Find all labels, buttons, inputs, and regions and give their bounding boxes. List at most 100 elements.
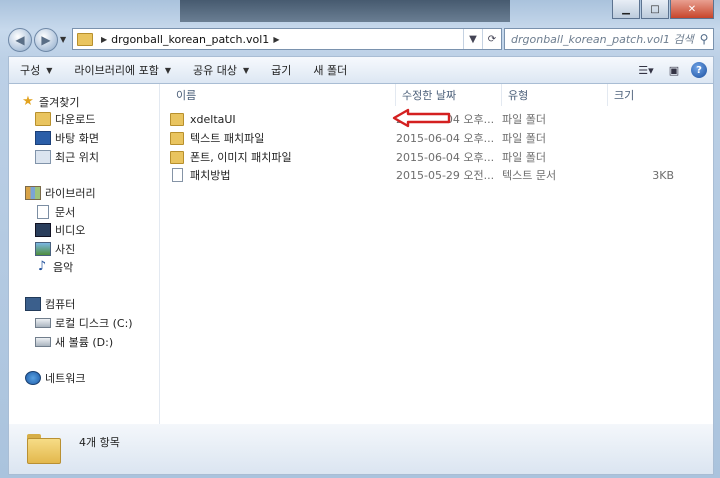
sidebar-item-label: 비디오 xyxy=(55,223,86,237)
maximize-button[interactable]: □ xyxy=(641,0,669,19)
preview-pane-icon[interactable]: ▣ xyxy=(663,60,685,80)
close-button[interactable]: ✕ xyxy=(670,0,714,19)
sidebar-item-documents[interactable]: 문서 xyxy=(35,203,75,220)
breadcrumb-chevron-icon[interactable]: ▶ xyxy=(101,35,107,44)
sidebar-item-network[interactable]: 네트워크 xyxy=(25,369,85,386)
column-header-name[interactable]: 이름 xyxy=(170,84,396,106)
videos-icon xyxy=(35,222,51,237)
file-size xyxy=(608,129,674,147)
sidebar-item-label: 음악 xyxy=(53,260,74,274)
file-row[interactable]: 폰트, 이미지 패치파일 2015-06-04 오후... 파일 폴더 xyxy=(160,148,713,166)
sidebar-item-label: 라이브러리 xyxy=(45,186,96,200)
item-count: 4개 항목 xyxy=(79,436,120,449)
file-date: 2015-06-04 오후... xyxy=(396,151,495,164)
breadcrumb-current-folder[interactable]: drgonball_korean_patch.vol1 xyxy=(111,33,269,46)
minimize-icon: ▁ xyxy=(622,3,630,15)
burn-button[interactable]: 굽기 xyxy=(260,59,302,81)
libraries-icon xyxy=(25,185,41,200)
address-history-dropdown[interactable]: ▼ xyxy=(463,29,482,49)
documents-icon xyxy=(37,204,49,219)
large-folder-icon xyxy=(27,434,61,464)
sidebar-item-local-disk-c[interactable]: 로컬 디스크 (C:) xyxy=(35,314,133,331)
sidebar-item-downloads[interactable]: 다운로드 xyxy=(35,110,95,127)
file-type: 파일 폴더 xyxy=(502,113,546,126)
sidebar-item-favorites[interactable]: ★ 즐겨찾기 xyxy=(21,93,79,110)
sidebar-item-label: 네트워크 xyxy=(45,371,86,385)
search-box[interactable]: drgonball_korean_patch.vol1 검색 ⚲ xyxy=(504,28,714,50)
search-icon[interactable]: ⚲ xyxy=(695,32,713,46)
file-row[interactable]: 텍스트 패치파일 2015-06-04 오후... 파일 폴더 xyxy=(160,129,713,147)
sidebar-item-desktop[interactable]: 바탕 화면 xyxy=(35,129,99,146)
include-in-library-menu[interactable]: 라이브러리에 포함 ▼ xyxy=(63,59,182,81)
forward-button[interactable]: ▶ xyxy=(34,28,58,52)
address-bar[interactable]: ▶ drgonball_korean_patch.vol1 ▶ ▼ ⟳ xyxy=(72,28,502,50)
pictures-icon xyxy=(35,241,51,256)
address-tools: ▼ ⟳ xyxy=(463,29,501,49)
sidebar-item-pictures[interactable]: 사진 xyxy=(35,240,75,257)
sidebar-item-label: 사진 xyxy=(55,242,76,256)
column-header-size[interactable]: 크기 xyxy=(608,84,684,106)
back-arrow-icon: ◀ xyxy=(15,33,25,47)
forward-arrow-icon: ▶ xyxy=(41,33,51,47)
file-size xyxy=(608,110,674,128)
chevron-down-icon: ▼ xyxy=(243,65,250,75)
folder-icon xyxy=(170,150,184,164)
sidebar-item-videos[interactable]: 비디오 xyxy=(35,221,85,238)
minimize-button[interactable]: ▁ xyxy=(612,0,640,19)
file-date: 2015-06-04 오후... xyxy=(396,132,495,145)
text-file-icon xyxy=(172,168,183,182)
recent-pages-dropdown[interactable]: ▼ xyxy=(60,28,70,50)
organize-label: 구성 xyxy=(20,64,41,77)
sidebar-item-label: 바탕 화면 xyxy=(55,131,99,145)
chevron-down-icon: ▼ xyxy=(46,65,53,75)
breadcrumb-chevron-icon[interactable]: ▶ xyxy=(273,35,279,44)
file-row[interactable]: 패치방법 2015-05-29 오전... 텍스트 문서 3KB xyxy=(160,166,713,184)
file-list: 이름 수정한 날짜 유형 크기 xdeltaUI 2015-06-04 오후..… xyxy=(160,84,713,424)
network-icon xyxy=(25,370,41,385)
file-type: 파일 폴더 xyxy=(502,132,546,145)
share-with-menu[interactable]: 공유 대상 ▼ xyxy=(182,59,260,81)
navigation-pane: ★ 즐겨찾기 다운로드 바탕 화면 최근 위치 라이브러리 문서 비디오 사진 … xyxy=(9,84,160,424)
include-library-label: 라이브러리에 포함 xyxy=(74,64,159,77)
file-name: 텍스트 패치파일 xyxy=(190,132,265,145)
music-icon: ♪ xyxy=(37,258,47,274)
desktop-icon xyxy=(35,130,51,145)
folder-icon xyxy=(77,32,93,46)
sidebar-item-label: 최근 위치 xyxy=(55,150,99,164)
column-header-date[interactable]: 수정한 날짜 xyxy=(396,84,502,106)
explorer-content: ★ 즐겨찾기 다운로드 바탕 화면 최근 위치 라이브러리 문서 비디오 사진 … xyxy=(8,83,714,425)
background-window-strip xyxy=(180,0,510,22)
navigation-buttons: ◀ ▶ ▼ xyxy=(8,28,70,52)
file-name: 패치방법 xyxy=(190,169,231,182)
new-folder-button[interactable]: 새 폴더 xyxy=(302,59,358,81)
explorer-window: ▁ □ ✕ ◀ ▶ ▼ ▶ drgonball_korean_patch.vol… xyxy=(0,0,720,478)
column-header-type[interactable]: 유형 xyxy=(502,84,608,106)
drive-icon xyxy=(35,336,51,347)
file-type: 텍스트 문서 xyxy=(502,169,557,182)
computer-icon xyxy=(25,296,41,311)
drive-icon xyxy=(35,317,51,328)
caption-buttons: ▁ □ ✕ xyxy=(612,0,714,19)
file-name: xdeltaUI xyxy=(190,112,236,126)
organize-menu[interactable]: 구성 ▼ xyxy=(9,59,63,81)
sidebar-item-libraries[interactable]: 라이브러리 xyxy=(25,184,96,201)
sidebar-item-recent-places[interactable]: 최근 위치 xyxy=(35,148,99,165)
sidebar-item-label: 문서 xyxy=(55,205,76,219)
back-button[interactable]: ◀ xyxy=(8,28,32,52)
new-folder-label: 새 폴더 xyxy=(313,64,348,77)
view-tools: ☰▾ ▣ ? xyxy=(635,60,713,80)
sidebar-item-label: 로컬 디스크 (C:) xyxy=(55,316,133,330)
search-placeholder[interactable]: drgonball_korean_patch.vol1 검색 xyxy=(505,31,694,47)
help-icon[interactable]: ? xyxy=(691,62,707,78)
change-view-icon[interactable]: ☰▾ xyxy=(635,60,657,80)
chevron-down-icon: ▼ xyxy=(60,34,67,44)
downloads-folder-icon xyxy=(35,111,51,126)
folder-icon xyxy=(170,131,184,145)
refresh-icon[interactable]: ⟳ xyxy=(482,29,501,49)
sidebar-item-label: 컴퓨터 xyxy=(45,297,76,311)
sidebar-item-music[interactable]: ♪ 음악 xyxy=(35,258,73,275)
sidebar-item-computer[interactable]: 컴퓨터 xyxy=(25,295,75,312)
close-icon: ✕ xyxy=(687,3,697,15)
sidebar-item-volume-d[interactable]: 새 볼륨 (D:) xyxy=(35,333,113,350)
recent-places-icon xyxy=(35,149,51,164)
